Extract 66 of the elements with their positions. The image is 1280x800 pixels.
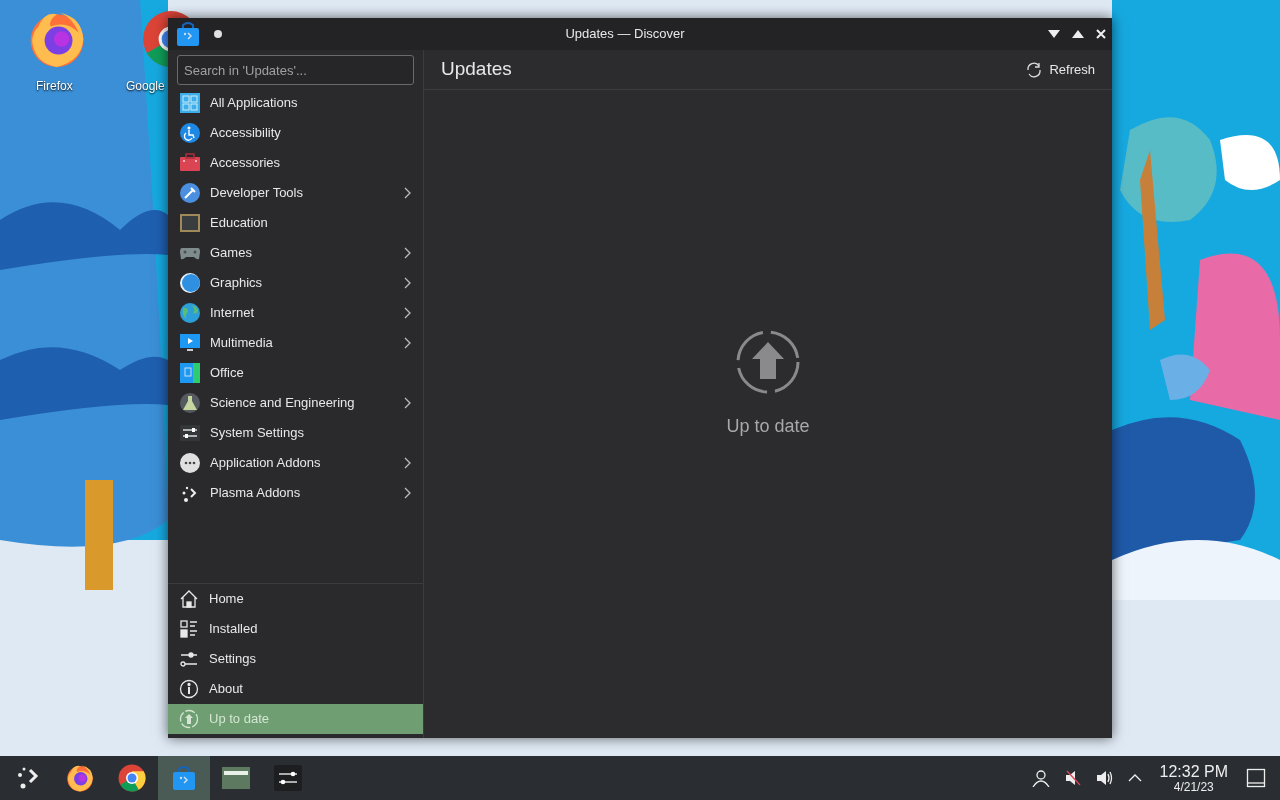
muted-speaker-icon[interactable]	[1063, 769, 1082, 787]
nav-item[interactable]: About	[168, 674, 423, 704]
status-text: Up to date	[726, 414, 810, 438]
shopping-bag-icon	[174, 20, 202, 48]
chevron-right-icon	[404, 277, 412, 289]
nav-item[interactable]: Home	[168, 584, 423, 614]
category-item[interactable]: System Settings	[168, 418, 423, 448]
category-item[interactable]: Application Addons	[168, 448, 423, 478]
nav-item[interactable]: Installed	[168, 614, 423, 644]
grid-icon	[179, 92, 201, 114]
sphere-icon	[179, 272, 201, 294]
nav-item[interactable]: Settings	[168, 644, 423, 674]
list-icon	[179, 619, 199, 639]
update-icon	[735, 328, 801, 395]
close-icon[interactable]	[1096, 29, 1106, 39]
category-item[interactable]: Multimedia	[168, 328, 423, 358]
chevron-up-icon[interactable]	[1127, 773, 1142, 783]
monitor-icon	[179, 332, 201, 354]
chevron-right-icon	[404, 397, 412, 409]
speaker-icon[interactable]	[1095, 769, 1114, 787]
category-item[interactable]: Education	[168, 208, 423, 238]
chevron-right-icon	[404, 487, 412, 499]
chrome-icon	[117, 763, 147, 793]
toolbox-icon	[179, 152, 201, 174]
category-item[interactable]: Accessories	[168, 148, 423, 178]
home-icon	[179, 589, 199, 609]
flask-icon	[179, 392, 201, 414]
accessibility-icon	[179, 122, 201, 144]
globe-icon	[179, 302, 201, 324]
category-item[interactable]: Office	[168, 358, 423, 388]
category-item[interactable]: Graphics	[168, 268, 423, 298]
settings-icon	[273, 764, 303, 792]
chevron-right-icon	[404, 337, 412, 349]
firefox-icon	[65, 763, 95, 793]
minimize-icon[interactable]	[1048, 30, 1060, 38]
chevron-right-icon	[404, 307, 412, 319]
hammer-icon	[179, 182, 201, 204]
info-icon	[179, 679, 199, 699]
maximize-icon[interactable]	[1072, 30, 1084, 38]
category-item[interactable]: All Applications	[168, 88, 423, 118]
update-icon	[179, 709, 199, 729]
launcher-icon	[15, 765, 41, 791]
refresh-icon	[1025, 60, 1044, 79]
settings-icon	[179, 649, 199, 669]
clock[interactable]: 12:32 PM 4/21/23	[1155, 763, 1232, 793]
chalkboard-icon	[179, 212, 201, 234]
category-item[interactable]: Internet	[168, 298, 423, 328]
category-item[interactable]: Developer Tools	[168, 178, 423, 208]
sliders-icon	[179, 422, 201, 444]
shopping-bag-icon	[170, 764, 198, 792]
category-item[interactable]: Science and Engineering	[168, 388, 423, 418]
document-icon	[179, 362, 201, 384]
more-icon	[179, 452, 201, 474]
page-title: Updates	[441, 57, 512, 82]
user-icon[interactable]	[1031, 769, 1050, 787]
refresh-button[interactable]: Refresh	[1025, 59, 1095, 80]
show-desktop-icon[interactable]	[1246, 768, 1266, 788]
category-item[interactable]: Plasma Addons	[168, 478, 423, 508]
category-item[interactable]: Accessibility	[168, 118, 423, 148]
search-field[interactable]: Search in 'Updates'...	[177, 55, 414, 85]
category-item[interactable]: Games	[168, 238, 423, 268]
folder-icon	[221, 765, 251, 791]
chevron-right-icon	[404, 457, 412, 469]
chevron-right-icon	[404, 247, 412, 259]
chevron-right-icon	[404, 187, 412, 199]
window-title: Updates — Discover	[564, 25, 686, 44]
